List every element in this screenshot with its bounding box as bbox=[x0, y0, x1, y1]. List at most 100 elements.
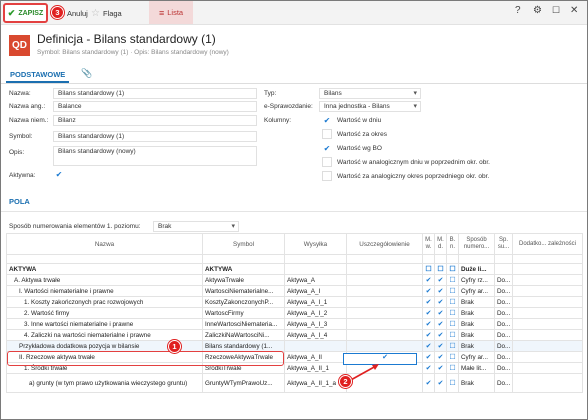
window: ✔ ZAPISZ 3 Anuluj ☆ Flaga ≡ Lista ? ⚙ ☐ … bbox=[0, 0, 588, 420]
cell-bn[interactable]: ☐ bbox=[446, 329, 459, 341]
numbering-select[interactable]: Brak bbox=[153, 221, 239, 232]
filter-cell[interactable] bbox=[458, 254, 495, 264]
columns-label: Kolumny: bbox=[264, 117, 292, 124]
list-button[interactable]: ≡ Lista bbox=[149, 1, 194, 24]
type-select[interactable]: Bilans bbox=[319, 88, 421, 99]
filter-cell[interactable] bbox=[512, 254, 583, 264]
filter-cell[interactable] bbox=[434, 254, 447, 264]
column-checkbox-prev-period[interactable]: ✔ bbox=[322, 171, 332, 181]
cell-bn[interactable]: ☐ bbox=[446, 318, 459, 330]
table-row[interactable]: AKTYWA AKTYWA ☐ ☐ ☐ Duże li... bbox=[6, 263, 583, 275]
column-checkbox-bo[interactable]: ✔ bbox=[322, 143, 332, 153]
column-checkbox-period[interactable]: ✔ bbox=[322, 129, 332, 139]
filter-cell[interactable] bbox=[202, 254, 285, 264]
description-field[interactable]: Bilans standardowy (nowy) bbox=[53, 146, 257, 166]
cell-bn[interactable]: ☐ bbox=[446, 263, 459, 275]
column-header-dependencies[interactable]: Dodatko... zależności bbox=[512, 233, 583, 255]
table-row[interactable]: 2. Wartość firmy WartoscFirmy Aktywa_A_I_2… bbox=[6, 307, 583, 319]
table-row[interactable]: 4. Zaliczki na wartości niematerialne i … bbox=[6, 329, 583, 341]
cell-bn[interactable]: ☐ bbox=[446, 351, 459, 363]
cancel-button[interactable]: Anuluj bbox=[67, 5, 88, 21]
gear-icon[interactable]: ⚙ bbox=[533, 5, 542, 16]
cell-bn[interactable]: ☐ bbox=[446, 307, 459, 319]
ereport-select[interactable]: Inna jednostka - Bilans bbox=[319, 101, 421, 112]
cell-mw[interactable]: ☐ bbox=[422, 263, 435, 275]
tab-podstawowe[interactable]: PODSTAWOWE bbox=[6, 67, 70, 83]
grid-filter-row[interactable] bbox=[6, 254, 583, 264]
column-header-mw[interactable]: M. w. bbox=[422, 233, 435, 255]
column-header-detail[interactable]: Uszczegółowienie bbox=[346, 233, 423, 255]
filter-cell[interactable] bbox=[446, 254, 459, 264]
cell-detail bbox=[346, 274, 423, 286]
cell-detail bbox=[346, 329, 423, 341]
column-header-symbol[interactable]: Symbol bbox=[202, 233, 285, 255]
cell-send bbox=[284, 263, 347, 275]
cell-numbering: Brak bbox=[458, 373, 495, 393]
active-checkbox[interactable]: ✔ bbox=[54, 169, 64, 179]
table-row[interactable]: 1. Koszty zakończonych prac rozwojowych K… bbox=[6, 296, 583, 308]
paperclip-icon[interactable]: 📎 bbox=[81, 68, 92, 79]
cell-bn[interactable]: ☐ bbox=[446, 296, 459, 308]
cell-mw[interactable]: ✔ bbox=[422, 318, 435, 330]
cell-mw[interactable]: ✔ bbox=[422, 329, 435, 341]
cell-name: 2. Wartość firmy bbox=[6, 307, 203, 319]
cell-bn[interactable]: ☐ bbox=[446, 340, 459, 352]
column-checkbox-day[interactable]: ✔ bbox=[322, 115, 332, 125]
table-row[interactable]: Przykładowa dodatkowa pozycja w bilansie… bbox=[6, 340, 583, 352]
column-header-sum[interactable]: Sp. su... bbox=[494, 233, 513, 255]
cell-md[interactable]: ✔ bbox=[434, 296, 447, 308]
filter-cell[interactable] bbox=[6, 254, 203, 264]
table-row[interactable]: A. Aktywa trwałe AktywaTrwałe Aktywa_A ✔ ✔ ☐ C… bbox=[6, 274, 583, 286]
column-header-bn[interactable]: B. n. bbox=[446, 233, 459, 255]
cancel-label: Anuluj bbox=[67, 8, 88, 18]
cell-mw[interactable]: ✔ bbox=[422, 340, 435, 352]
cell-send: Aktywa_A_I_1 bbox=[284, 296, 347, 308]
cell-mw[interactable]: ✔ bbox=[422, 307, 435, 319]
cell-sum: Do... bbox=[494, 340, 513, 352]
column-label-bo: Wartość wg BO bbox=[337, 145, 382, 152]
cell-bn[interactable]: ☐ bbox=[446, 285, 459, 297]
column-checkbox-prev-day[interactable]: ✔ bbox=[322, 157, 332, 167]
column-header-send[interactable]: Wysyłka bbox=[284, 233, 347, 255]
maximize-icon[interactable]: ☐ bbox=[552, 5, 560, 16]
close-icon[interactable]: ✕ bbox=[570, 5, 578, 16]
table-row[interactable]: I. Wartości niematerialne i prawne Wartos… bbox=[6, 285, 583, 297]
cell-md[interactable]: ✔ bbox=[434, 318, 447, 330]
cell-mw[interactable]: ✔ bbox=[422, 285, 435, 297]
save-button[interactable]: ✔ ZAPISZ bbox=[3, 3, 48, 23]
cell-mw[interactable]: ✔ bbox=[422, 296, 435, 308]
cell-mw[interactable]: ✔ bbox=[422, 351, 435, 363]
column-header-numbering[interactable]: Sposób numero... bbox=[458, 233, 495, 255]
cell-bn[interactable]: ☐ bbox=[446, 274, 459, 286]
cell-md[interactable]: ✔ bbox=[434, 307, 447, 319]
filter-cell[interactable] bbox=[346, 254, 423, 264]
column-header-name[interactable]: Nazwa bbox=[6, 233, 203, 255]
cell-mw[interactable]: ✔ bbox=[422, 274, 435, 286]
column-header-md[interactable]: M. d. bbox=[434, 233, 447, 255]
filter-cell[interactable] bbox=[494, 254, 513, 264]
cell-md[interactable]: ✔ bbox=[434, 340, 447, 352]
name-eng-field[interactable]: Balance bbox=[53, 101, 257, 112]
cell-bn[interactable]: ☐ bbox=[446, 373, 459, 393]
cell-bn[interactable]: ☐ bbox=[446, 362, 459, 374]
filter-cell[interactable] bbox=[422, 254, 435, 264]
name-ger-field[interactable]: Bilanz bbox=[53, 115, 257, 126]
help-icon[interactable]: ? bbox=[515, 5, 521, 16]
cell-md[interactable]: ✔ bbox=[434, 329, 447, 341]
name-field[interactable]: Bilans standardowy (1) bbox=[53, 88, 257, 99]
cell-detail bbox=[346, 296, 423, 308]
table-row[interactable]: a) grunty (w tym prawo użytkowania wiecz… bbox=[6, 373, 583, 393]
table-row[interactable]: 3. Inne wartości niematerialne i prawne I… bbox=[6, 318, 583, 330]
cell-md[interactable]: ✔ bbox=[434, 373, 447, 393]
cell-md[interactable]: ✔ bbox=[434, 274, 447, 286]
flag-button[interactable]: ☆ Flaga bbox=[91, 5, 122, 21]
cell-mw[interactable]: ✔ bbox=[422, 362, 435, 374]
cell-mw[interactable]: ✔ bbox=[422, 373, 435, 393]
cell-md[interactable]: ✔ bbox=[434, 351, 447, 363]
filter-cell[interactable] bbox=[284, 254, 347, 264]
symbol-field[interactable]: Bilans standardowy (1) bbox=[53, 131, 257, 142]
cell-md[interactable]: ☐ bbox=[434, 263, 447, 275]
cell-md[interactable]: ✔ bbox=[434, 362, 447, 374]
cell-numbering: Duże li... bbox=[458, 263, 495, 275]
cell-md[interactable]: ✔ bbox=[434, 285, 447, 297]
